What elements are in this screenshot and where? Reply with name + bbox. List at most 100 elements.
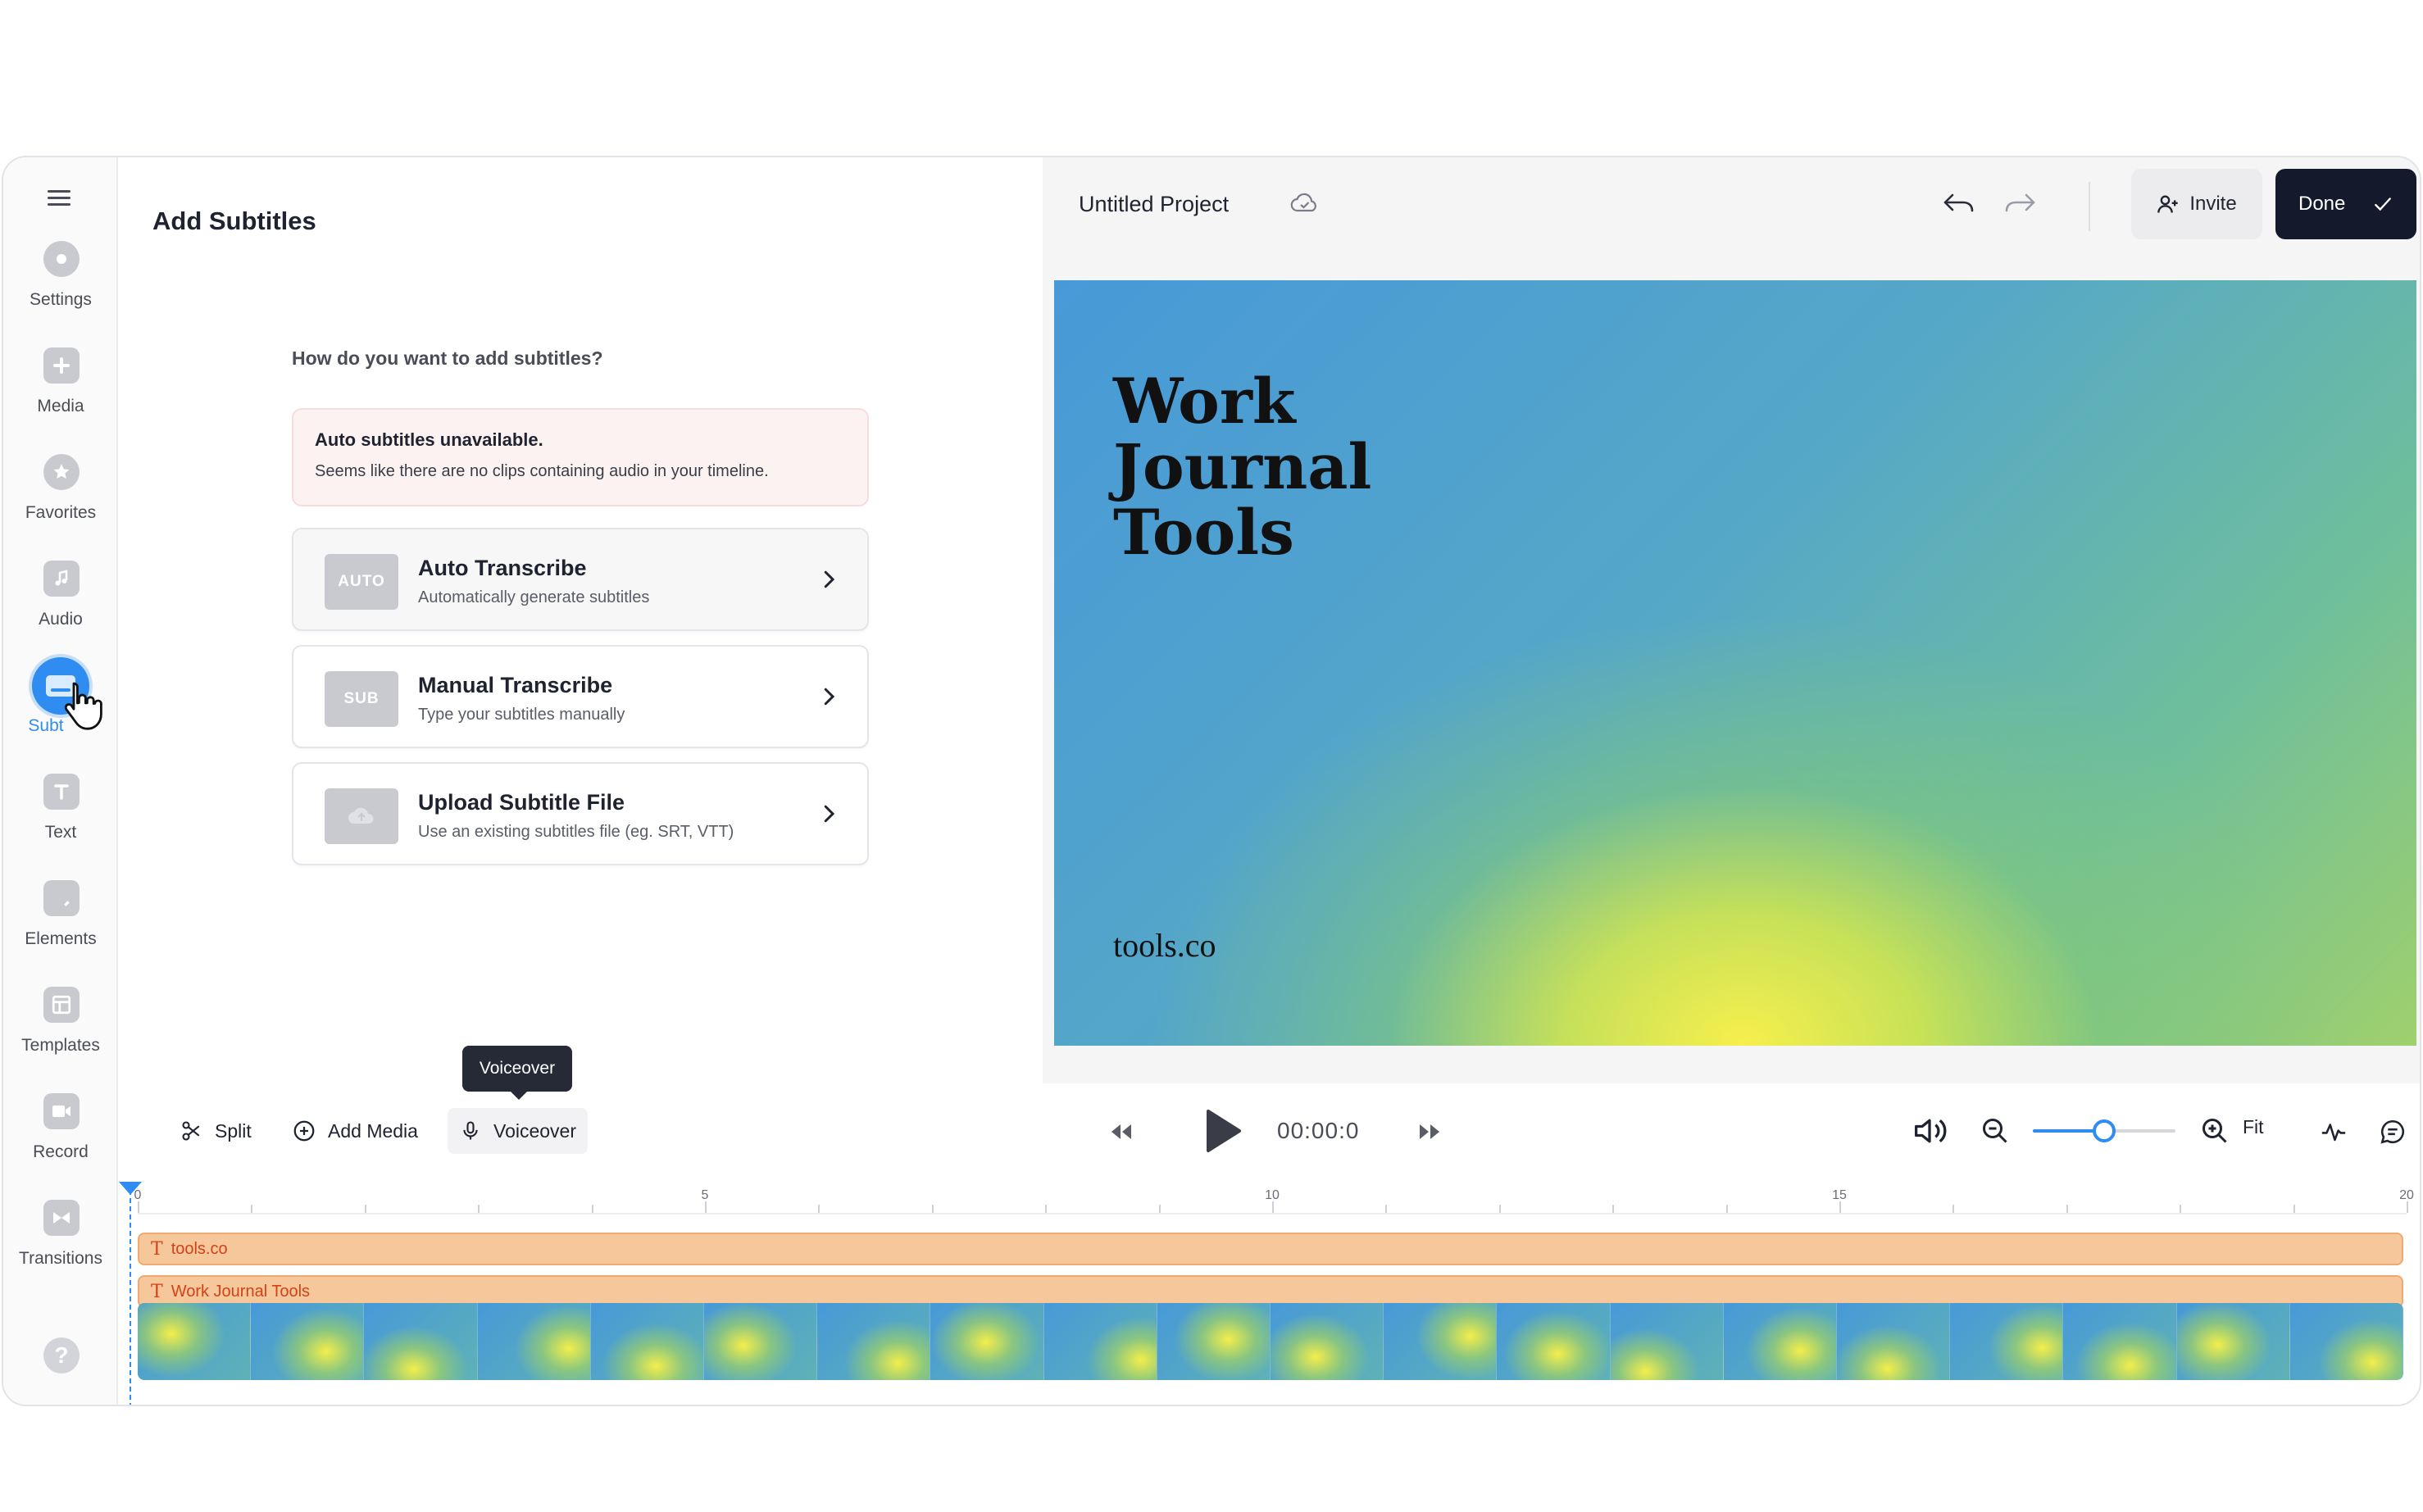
plus-circle-icon <box>293 1120 315 1142</box>
app-window: Settings Media Favorites Audio Subt Text <box>2 156 2421 1406</box>
panel-title: Add Subtitles <box>152 207 316 235</box>
ruler-tick <box>478 1205 480 1213</box>
sidebar-item-label: Elements <box>25 929 97 948</box>
auto-badge-icon: AUTO <box>325 554 398 610</box>
sidebar-item-subtitles[interactable]: Subt <box>3 657 118 757</box>
text-track-tools-co[interactable]: T tools.co <box>138 1233 2403 1265</box>
waveform-icon[interactable] <box>2320 1118 2348 1146</box>
option-subtitle: Type your subtitles manually <box>418 706 625 724</box>
sidebar-item-label: Transitions <box>19 1249 102 1268</box>
cloud-saved-icon <box>1290 193 1316 212</box>
sidebar: Settings Media Favorites Audio Subt Text <box>3 157 118 1405</box>
slide-title[interactable]: Work Journal Tools <box>1113 369 1371 565</box>
sidebar-item-text[interactable]: Text <box>3 774 118 864</box>
timeline-ruler[interactable]: 0 5 10 15 20 <box>134 1182 2414 1215</box>
play-icon[interactable] <box>1202 1108 1243 1154</box>
add-media-button[interactable]: Add Media <box>280 1108 430 1154</box>
plus-icon <box>43 347 80 384</box>
text-icon: T <box>151 1238 163 1260</box>
ruler-tick <box>931 1205 934 1213</box>
video-frame-thumbnail <box>1950 1303 2064 1380</box>
hand-cursor-icon <box>64 682 102 730</box>
template-icon <box>43 987 80 1023</box>
video-frame-thumbnail <box>138 1303 252 1380</box>
undo-icon[interactable] <box>1941 188 1977 218</box>
camera-icon <box>43 1093 80 1129</box>
redo-icon[interactable] <box>2002 188 2038 218</box>
track-label: Work Journal Tools <box>170 1282 311 1301</box>
comment-icon[interactable] <box>2379 1118 2407 1146</box>
upload-subtitle-file-option[interactable]: Upload Subtitle File Use an existing sub… <box>292 762 869 865</box>
ruler-tick <box>1952 1205 1955 1213</box>
ruler-tick <box>2180 1205 2182 1213</box>
volume-icon[interactable] <box>1912 1115 1948 1147</box>
add-user-icon <box>2157 195 2178 213</box>
ruler-tick <box>1839 1201 1841 1213</box>
preview-area: Work Journal Tools tools.co <box>1043 280 2420 1083</box>
manual-transcribe-option[interactable]: SUB Manual Transcribe Type your subtitle… <box>292 645 869 748</box>
ruler-tick <box>138 1201 139 1213</box>
microphone-icon <box>463 1121 478 1140</box>
auto-transcribe-option[interactable]: AUTO Auto Transcribe Automatically gener… <box>292 528 869 631</box>
ruler-label: 15 <box>1832 1188 1847 1202</box>
ruler-tick <box>2066 1205 2068 1213</box>
fast-forward-icon[interactable] <box>1416 1121 1443 1142</box>
upload-file-icon <box>325 788 398 844</box>
video-frame-thumbnail <box>1837 1303 1951 1380</box>
done-button[interactable]: Done <box>2275 169 2416 239</box>
zoom-out-icon[interactable] <box>1980 1116 2010 1146</box>
help-icon[interactable]: ? <box>43 1337 80 1374</box>
zoom-in-icon[interactable] <box>2200 1116 2230 1146</box>
option-title: Manual Transcribe <box>418 673 613 697</box>
ruler-tick <box>591 1205 593 1213</box>
music-note-icon <box>43 561 80 597</box>
playback-time: 00:00:0 <box>1277 1118 1360 1143</box>
slide-url-text[interactable]: tools.co <box>1113 926 1216 965</box>
project-name[interactable]: Untitled Project <box>1079 192 1229 217</box>
text-icon: T <box>151 1281 163 1302</box>
sidebar-item-favorites[interactable]: Favorites <box>3 454 118 544</box>
ruler-tick <box>1612 1205 1615 1213</box>
sidebar-item-transitions[interactable]: Transitions <box>3 1200 118 1290</box>
scissors-icon <box>182 1121 200 1141</box>
ruler-tick <box>705 1201 707 1213</box>
fit-button[interactable]: Fit <box>2243 1116 2264 1138</box>
sidebar-item-elements[interactable]: Elements <box>3 880 118 970</box>
sidebar-item-audio[interactable]: Audio <box>3 561 118 651</box>
invite-button[interactable]: Invite <box>2131 169 2262 239</box>
sidebar-item-label: Record <box>33 1142 89 1161</box>
gear-icon <box>43 241 80 277</box>
sidebar-item-label: Text <box>44 823 77 842</box>
sidebar-item-settings[interactable]: Settings <box>3 241 118 331</box>
video-frame-thumbnail <box>2176 1303 2290 1380</box>
ruler-label: 20 <box>2399 1188 2414 1202</box>
video-frame-thumbnail <box>817 1303 931 1380</box>
zoom-slider-handle[interactable] <box>2093 1119 2116 1142</box>
playhead[interactable] <box>119 1182 142 1405</box>
sidebar-item-label: Audio <box>39 610 83 629</box>
hamburger-menu-icon[interactable] <box>48 190 70 207</box>
video-canvas[interactable]: Work Journal Tools tools.co <box>1054 280 2416 1046</box>
warning-message: Seems like there are no clips containing… <box>315 462 769 480</box>
video-frame-thumbnail <box>251 1303 365 1380</box>
video-track[interactable] <box>138 1303 2403 1380</box>
sidebar-item-media[interactable]: Media <box>3 347 118 438</box>
video-frame-thumbnail <box>1043 1303 1157 1380</box>
sidebar-item-templates[interactable]: Templates <box>3 987 118 1077</box>
option-title: Auto Transcribe <box>418 556 587 580</box>
video-frame-thumbnail <box>1497 1303 1611 1380</box>
split-button[interactable]: Split <box>169 1108 263 1154</box>
add-subtitles-panel: Add Subtitles How do you want to add sub… <box>120 157 1043 1083</box>
ruler-label: 10 <box>1265 1188 1280 1202</box>
voiceover-button[interactable]: Voiceover <box>448 1108 589 1154</box>
auto-subtitles-warning: Auto subtitles unavailable. Seems like t… <box>292 408 869 506</box>
transition-icon <box>43 1200 80 1236</box>
video-frame-thumbnail <box>2063 1303 2177 1380</box>
rewind-icon[interactable] <box>1108 1121 1134 1142</box>
zoom-slider[interactable] <box>2033 1119 2175 1142</box>
track-label: tools.co <box>170 1239 228 1258</box>
sidebar-item-record[interactable]: Record <box>3 1093 118 1183</box>
chevron-right-icon <box>824 805 835 823</box>
subtitle-question: How do you want to add subtitles? <box>292 347 603 369</box>
video-frame-thumbnail <box>1384 1303 1498 1380</box>
